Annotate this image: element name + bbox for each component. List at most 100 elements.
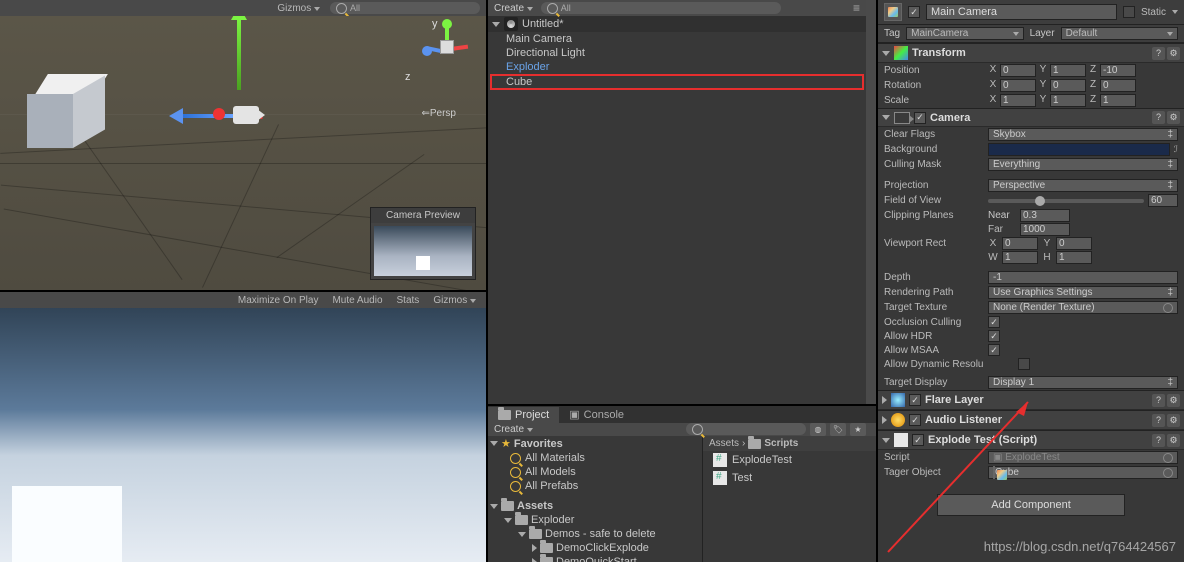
- breadcrumb[interactable]: Assets› Scripts: [703, 436, 876, 451]
- mute-toggle[interactable]: Mute Audio: [328, 295, 386, 306]
- save-search-icon[interactable]: ★: [850, 423, 866, 436]
- gameobject-name-field[interactable]: Main Camera: [926, 4, 1117, 20]
- static-checkbox[interactable]: [1123, 6, 1135, 18]
- foldout-icon[interactable]: [504, 518, 512, 523]
- game-view[interactable]: [0, 308, 486, 562]
- file-explodetest[interactable]: ExplodeTest: [703, 451, 876, 469]
- foldout-icon[interactable]: [490, 441, 498, 446]
- folder-exploder[interactable]: Exploder: [488, 513, 702, 527]
- camera-enable-checkbox[interactable]: ✓: [914, 112, 926, 124]
- target-object-field[interactable]: Cube: [988, 466, 1178, 479]
- vp-y[interactable]: 0: [1056, 237, 1092, 250]
- object-picker-icon[interactable]: [1163, 468, 1173, 478]
- game-gizmos-dropdown[interactable]: Gizmos: [429, 295, 480, 306]
- rot-z[interactable]: 0: [1100, 79, 1136, 92]
- scale-y[interactable]: 1: [1050, 94, 1086, 107]
- audio-enable-checkbox[interactable]: ✓: [909, 414, 921, 426]
- clearflags-dropdown[interactable]: Skybox‡: [988, 128, 1178, 141]
- object-picker-icon[interactable]: [1163, 303, 1173, 313]
- projection-dropdown[interactable]: Perspective‡: [988, 179, 1178, 192]
- scene-cube[interactable]: [27, 74, 104, 148]
- file-test[interactable]: Test: [703, 469, 876, 487]
- gameobject-icon[interactable]: [884, 3, 902, 21]
- dynres-checkbox[interactable]: [1018, 358, 1030, 370]
- docs-icon[interactable]: ?: [1152, 47, 1165, 60]
- foldout-icon[interactable]: [492, 22, 500, 27]
- cullingmask-dropdown[interactable]: Everything‡: [988, 158, 1178, 171]
- context-menu-icon[interactable]: ⚙: [1167, 434, 1180, 447]
- orientation-gizmo[interactable]: [422, 22, 472, 72]
- hierarchy-scrollbar[interactable]: [866, 0, 876, 404]
- hierarchy-create[interactable]: Create: [494, 3, 533, 14]
- vp-h[interactable]: 1: [1056, 251, 1092, 264]
- depth-field[interactable]: -1: [988, 271, 1178, 284]
- clip-far[interactable]: 1000: [1020, 223, 1070, 236]
- hierarchy-item-cube[interactable]: Cube: [490, 74, 864, 90]
- projection-label[interactable]: ⇐Persp: [421, 108, 456, 119]
- active-checkbox[interactable]: ✓: [908, 6, 920, 18]
- docs-icon[interactable]: ?: [1152, 111, 1165, 124]
- layer-dropdown[interactable]: Default: [1061, 27, 1178, 40]
- targettex-field[interactable]: None (Render Texture): [988, 301, 1178, 314]
- foldout-icon[interactable]: [490, 504, 498, 509]
- hdr-checkbox[interactable]: ✓: [988, 330, 1000, 342]
- rot-y[interactable]: 0: [1050, 79, 1086, 92]
- foldout-icon[interactable]: [882, 115, 890, 120]
- foldout-icon[interactable]: [518, 532, 526, 537]
- docs-icon[interactable]: ?: [1152, 394, 1165, 407]
- static-dropdown-icon[interactable]: [1172, 10, 1178, 14]
- scene-view[interactable]: z y ⇐Persp Camera Preview: [0, 16, 486, 290]
- project-search[interactable]: [686, 423, 806, 435]
- context-menu-icon[interactable]: ⚙: [1167, 47, 1180, 60]
- clip-near[interactable]: 0.3: [1020, 209, 1070, 222]
- foldout-icon[interactable]: [532, 544, 537, 552]
- vp-w[interactable]: 1: [1002, 251, 1038, 264]
- audiolistener-header[interactable]: ✓Audio Listener ?⚙: [878, 410, 1184, 430]
- vp-x[interactable]: 0: [1002, 237, 1038, 250]
- fav-all-materials[interactable]: All Materials: [488, 451, 702, 465]
- script-field[interactable]: ▣ ExplodeTest: [988, 451, 1178, 464]
- hierarchy-item-directional-light[interactable]: Directional Light: [488, 46, 866, 60]
- folder-demoquick[interactable]: DemoQuickStart: [488, 555, 702, 562]
- foldout-icon[interactable]: [882, 51, 890, 56]
- folder-democlick[interactable]: DemoClickExplode: [488, 541, 702, 555]
- project-create[interactable]: Create: [494, 424, 533, 435]
- maximize-toggle[interactable]: Maximize On Play: [234, 295, 323, 306]
- foldout-icon[interactable]: [532, 558, 537, 562]
- eyedropper-icon[interactable]: ℐ: [1174, 144, 1178, 155]
- fav-all-prefabs[interactable]: All Prefabs: [488, 479, 702, 493]
- project-content[interactable]: Assets› Scripts ExplodeTest Test: [703, 436, 876, 562]
- context-menu-icon[interactable]: ⚙: [1167, 394, 1180, 407]
- docs-icon[interactable]: ?: [1152, 434, 1165, 447]
- msaa-checkbox[interactable]: ✓: [988, 344, 1000, 356]
- stats-toggle[interactable]: Stats: [393, 295, 424, 306]
- camera-gizmo[interactable]: [185, 88, 273, 148]
- folder-demos[interactable]: Demos - safe to delete: [488, 527, 702, 541]
- context-menu-icon[interactable]: ⚙: [1167, 111, 1180, 124]
- tag-dropdown[interactable]: MainCamera: [906, 27, 1023, 40]
- hierarchy-item-exploder[interactable]: Exploder: [488, 60, 866, 74]
- foldout-icon[interactable]: [882, 438, 890, 443]
- tab-project[interactable]: Project: [488, 407, 559, 423]
- tab-console[interactable]: ▣Console: [559, 406, 634, 423]
- flarelayer-header[interactable]: ✓Flare Layer ?⚙: [878, 390, 1184, 410]
- renderpath-dropdown[interactable]: Use Graphics Settings‡: [988, 286, 1178, 299]
- pos-y[interactable]: 1: [1050, 64, 1086, 77]
- script-enable-checkbox[interactable]: ✓: [912, 434, 924, 446]
- pos-z[interactable]: -10: [1100, 64, 1136, 77]
- occlusion-checkbox[interactable]: ✓: [988, 316, 1000, 328]
- camera-header[interactable]: ✓ Camera ?⚙: [878, 108, 1184, 127]
- targetdisplay-dropdown[interactable]: Display 1‡: [988, 376, 1178, 389]
- context-menu-icon[interactable]: ⚙: [1167, 414, 1180, 427]
- hierarchy-search[interactable]: All: [541, 2, 781, 14]
- docs-icon[interactable]: ?: [1152, 414, 1165, 427]
- background-color[interactable]: [988, 143, 1170, 156]
- scene-search[interactable]: All: [330, 2, 480, 14]
- fov-slider[interactable]: [988, 199, 1144, 203]
- project-tree[interactable]: ★Favorites All Materials All Models All …: [488, 436, 703, 562]
- flare-enable-checkbox[interactable]: ✓: [909, 394, 921, 406]
- foldout-icon[interactable]: [882, 416, 887, 424]
- add-component-button[interactable]: Add Component: [937, 494, 1125, 516]
- scale-x[interactable]: 1: [1000, 94, 1036, 107]
- fav-all-models[interactable]: All Models: [488, 465, 702, 479]
